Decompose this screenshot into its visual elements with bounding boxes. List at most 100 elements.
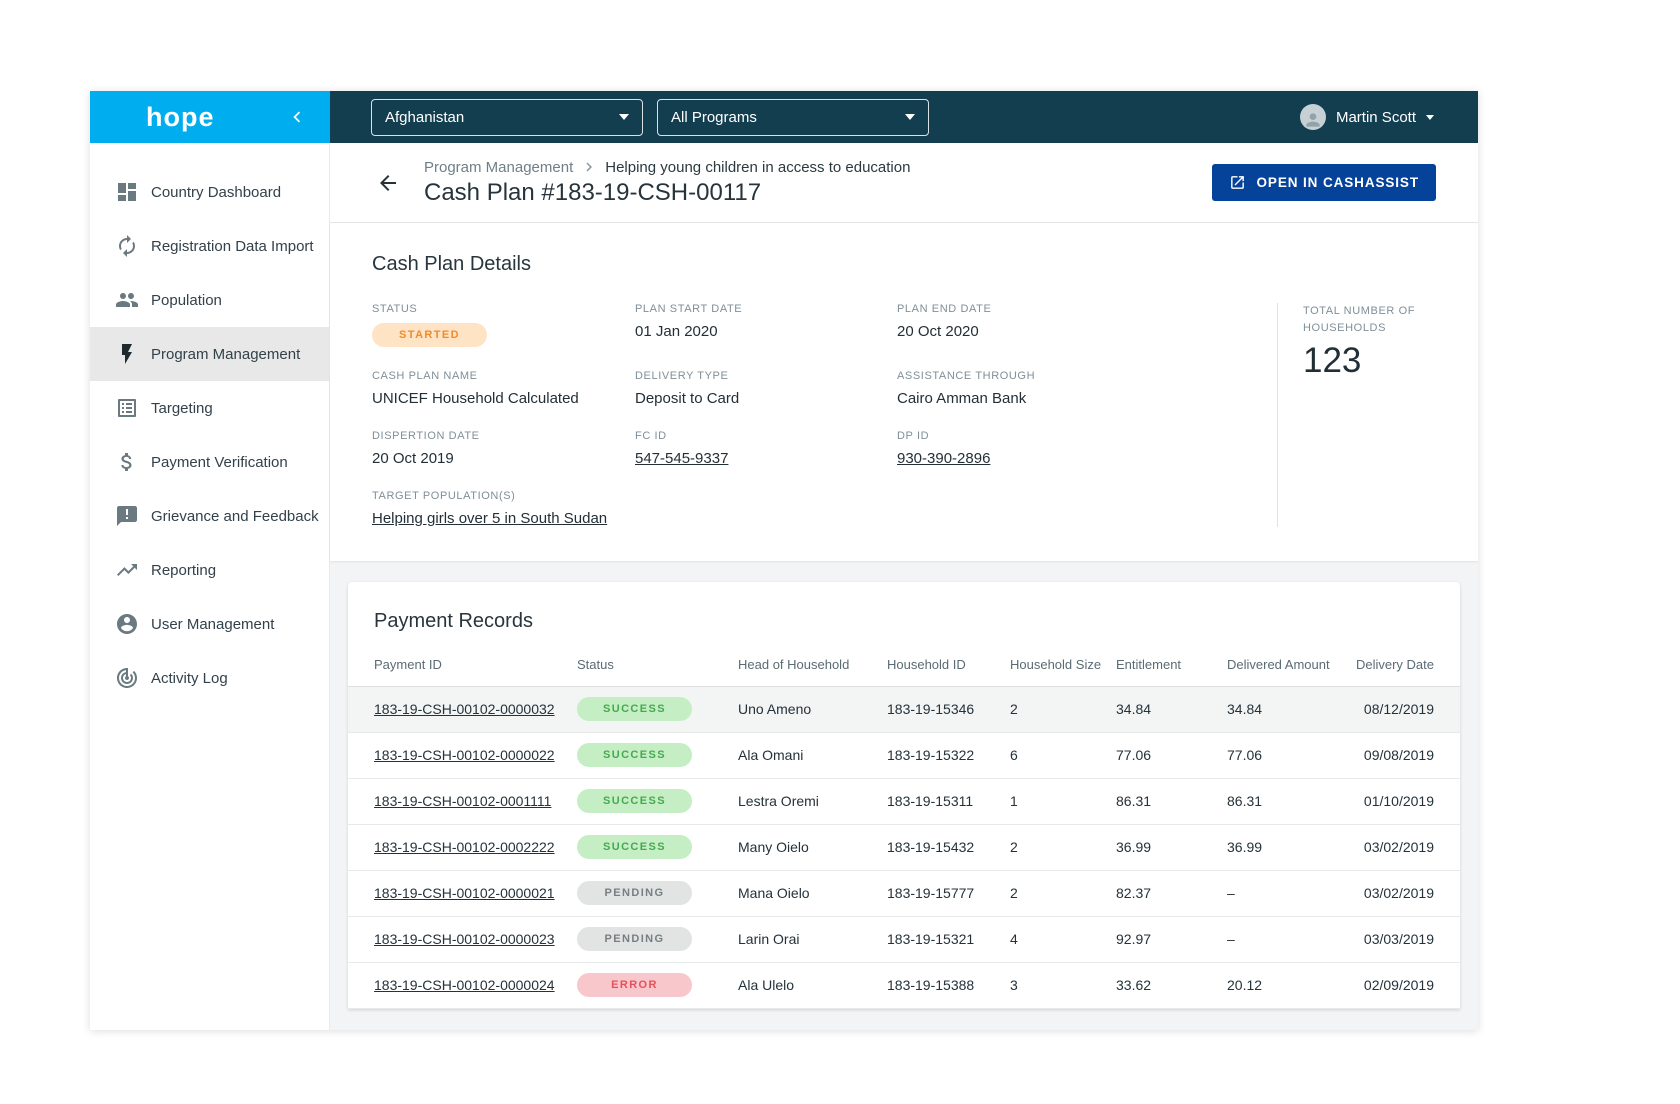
head-of-household: Mana Oielo: [738, 870, 887, 917]
field-status: STATUS STARTED: [372, 303, 635, 347]
field-delivery-type: DELIVERY TYPE Deposit to Card: [635, 370, 740, 407]
sidebar-item-registration-data-import[interactable]: Registration Data Import: [90, 219, 329, 273]
fc-id-link[interactable]: 547-545-9337: [635, 450, 728, 467]
sidebar-item-user-management[interactable]: User Management: [90, 597, 329, 651]
table-row[interactable]: 183-19-CSH-00102-0000021 PENDING Mana Oi…: [348, 870, 1460, 917]
field-dispertion-date: DISPERTION DATE 20 Oct 2019: [372, 430, 480, 467]
delivery-date: 03/02/2019: [1347, 870, 1460, 917]
top-bar: hope Afghanistan All Programs Martin Sco…: [90, 91, 1478, 143]
app-body: Country Dashboard Registration Data Impo…: [90, 143, 1478, 1030]
country-select-value: Afghanistan: [385, 108, 465, 126]
target-population-link[interactable]: Helping girls over 5 in South Sudan: [372, 510, 607, 527]
breadcrumb-current-page: Helping young children in access to educ…: [605, 158, 911, 176]
table-row[interactable]: 183-19-CSH-00102-0000023 PENDING Larin O…: [348, 916, 1460, 963]
screenshot-canvas: hope Afghanistan All Programs Martin Sco…: [0, 0, 1680, 1104]
table-row[interactable]: 183-19-CSH-00102-0000032 SUCCESS Uno Ame…: [348, 686, 1460, 733]
field-plan-end-date: PLAN END DATE 20 Oct 2020: [897, 303, 992, 340]
sidebar-item-activity-log[interactable]: Activity Log: [90, 651, 329, 705]
payment-id-link[interactable]: 183-19-CSH-00102-0000021: [374, 885, 555, 901]
household-id: 183-19-15321: [887, 916, 1010, 963]
status-badge: SUCCESS: [577, 743, 692, 768]
sidebar-item-label: Country Dashboard: [151, 183, 282, 201]
delivery-date: 02/09/2019: [1347, 962, 1460, 1009]
user-name: Martin Scott: [1335, 108, 1416, 126]
dp-id-link[interactable]: 930-390-2896: [897, 450, 990, 467]
total-households-value: 123: [1303, 341, 1362, 381]
field-assistance-through: ASSISTANCE THROUGH Cairo Amman Bank: [897, 370, 1036, 407]
payment-id-link[interactable]: 183-19-CSH-00102-0001111: [374, 793, 551, 809]
payment-id-link[interactable]: 183-19-CSH-00102-0000023: [374, 931, 555, 947]
delivered-amount: 86.31: [1227, 778, 1347, 825]
table-row[interactable]: 183-19-CSH-00102-0001111 SUCCESS Lestra …: [348, 778, 1460, 825]
open-in-cashassist-button[interactable]: OPEN IN CASHASSIST: [1211, 164, 1436, 201]
sidebar-item-payment-verification[interactable]: Payment Verification: [90, 435, 329, 489]
hope-app-window: hope Afghanistan All Programs Martin Sco…: [90, 91, 1478, 1030]
dashboard-icon: [115, 180, 139, 204]
sidebar-item-program-management[interactable]: Program Management: [90, 327, 329, 381]
household-id: 183-19-15777: [887, 870, 1010, 917]
page-title: Cash Plan #183-19-CSH-00117: [424, 179, 762, 206]
cash-plan-details-panel: Cash Plan Details STATUS STARTED PLAN ST…: [330, 223, 1478, 561]
delivery-date: 09/08/2019: [1347, 732, 1460, 779]
status-badge: STARTED: [372, 323, 487, 347]
country-select[interactable]: Afghanistan: [371, 98, 643, 136]
table-header-row: Payment ID Status Head of Household Hous…: [348, 653, 1460, 687]
head-of-household: Ala Ulelo: [738, 962, 887, 1009]
back-arrow-icon[interactable]: [376, 171, 400, 195]
sidebar-item-targeting[interactable]: Targeting: [90, 381, 329, 435]
delivered-amount: 20.12: [1227, 962, 1347, 1009]
sidebar-item-country-dashboard[interactable]: Country Dashboard: [90, 165, 329, 219]
entitlement: 86.31: [1116, 778, 1227, 825]
payment-id-link[interactable]: 183-19-CSH-00102-0002222: [374, 839, 555, 855]
page-header: Program Management Helping young childre…: [330, 143, 1478, 223]
sidebar-item-label: Payment Verification: [151, 453, 288, 471]
field-cash-plan-name: CASH PLAN NAME UNICEF Household Calculat…: [372, 370, 579, 407]
table-row[interactable]: 183-19-CSH-00102-0000022 SUCCESS Ala Oma…: [348, 732, 1460, 779]
logo-block: hope: [90, 91, 330, 143]
delivery-date: 08/12/2019: [1347, 686, 1460, 733]
field-target-populations: TARGET POPULATION(S) Helping girls over …: [372, 490, 608, 527]
household-size: 2: [1010, 870, 1116, 917]
delivery-date: 03/02/2019: [1347, 824, 1460, 871]
household-id: 183-19-15432: [887, 824, 1010, 871]
sidebar-item-population[interactable]: Population: [90, 273, 329, 327]
household-id: 183-19-15311: [887, 778, 1010, 825]
breadcrumb-program-management[interactable]: Program Management: [424, 159, 573, 176]
delivery-date: 03/03/2019: [1347, 916, 1460, 963]
entitlement: 77.06: [1116, 732, 1227, 779]
sync-icon: [115, 234, 139, 258]
head-of-household: Lestra Oremi: [738, 778, 887, 825]
header-text: Program Management Helping young childre…: [424, 158, 910, 207]
payment-id-link[interactable]: 183-19-CSH-00102-0000032: [374, 701, 555, 717]
household-size: 4: [1010, 916, 1116, 963]
delivered-amount: 34.84: [1227, 686, 1347, 733]
total-households-block: TOTAL NUMBER OF HOUSEHOLDS 123: [1277, 303, 1473, 527]
status-badge: PENDING: [577, 927, 692, 952]
user-menu[interactable]: Martin Scott: [1299, 104, 1434, 130]
table-row[interactable]: 183-19-CSH-00102-0000024 ERROR Ala Ulelo…: [348, 962, 1460, 1009]
column-header: Household Size: [1010, 653, 1116, 687]
sidebar-collapse-chevron-icon[interactable]: [286, 106, 308, 128]
status-badge: PENDING: [577, 881, 692, 906]
field-plan-start-date: PLAN START DATE 01 Jan 2020: [635, 303, 743, 340]
field-dp-id: DP ID 930-390-2896: [897, 430, 991, 467]
user-circle-icon: [115, 612, 139, 636]
field-fc-id: FC ID 547-545-9337: [635, 430, 729, 467]
sidebar-item-reporting[interactable]: Reporting: [90, 543, 329, 597]
payment-id-link[interactable]: 183-19-CSH-00102-0000022: [374, 747, 555, 763]
sidebar-item-label: User Management: [151, 615, 275, 633]
total-households-label: TOTAL NUMBER OF HOUSEHOLDS: [1303, 305, 1416, 335]
household-size: 6: [1010, 732, 1116, 779]
entitlement: 34.84: [1116, 686, 1227, 733]
payment-id-link[interactable]: 183-19-CSH-00102-0000024: [374, 977, 555, 993]
sidebar-item-label: Targeting: [151, 399, 213, 417]
entitlement: 82.37: [1116, 870, 1227, 917]
trending-up-icon: [115, 558, 139, 582]
program-select-value: All Programs: [671, 108, 757, 126]
table-row[interactable]: 183-19-CSH-00102-0002222 SUCCESS Many Oi…: [348, 824, 1460, 871]
entitlement: 36.99: [1116, 824, 1227, 871]
sidebar-item-label: Program Management: [151, 345, 301, 363]
open-in-new-icon: [1229, 174, 1246, 191]
sidebar-item-grievance-and-feedback[interactable]: Grievance and Feedback: [90, 489, 329, 543]
program-select[interactable]: All Programs: [657, 98, 929, 136]
